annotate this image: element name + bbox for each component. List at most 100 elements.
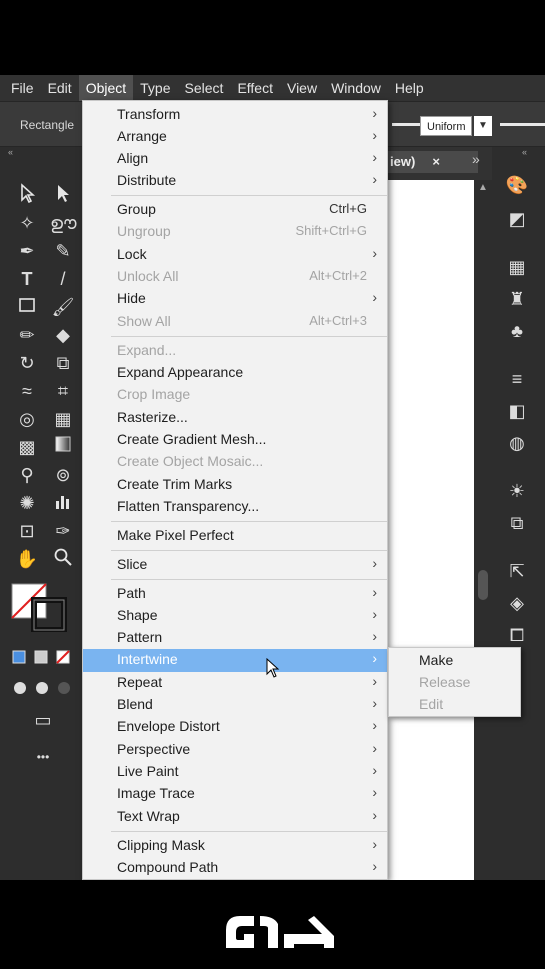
menu-item-slice[interactable]: Slice › — [83, 554, 387, 576]
type-tool-icon[interactable]: T — [14, 267, 40, 291]
collapse-right-icon[interactable]: « — [522, 147, 527, 157]
magic-wand-tool-icon[interactable]: ✧ — [14, 211, 40, 235]
submenu-item-edit: Edit — [419, 696, 444, 712]
menu-item-envelope-distort[interactable]: Envelope Distort › — [83, 716, 387, 738]
width-tool-icon[interactable]: ≈ — [14, 379, 40, 403]
export-icon[interactable]: ⇱ — [504, 559, 530, 583]
more-tools-icon[interactable]: ••• — [30, 745, 56, 769]
document-tab[interactable]: iew) × — [388, 151, 478, 173]
blend-tool-icon[interactable]: ⊚ — [50, 463, 76, 487]
column-graph-tool-icon[interactable] — [50, 491, 76, 515]
menu-window[interactable]: Window — [324, 75, 388, 101]
menu-item-make-pixel-perfect[interactable]: Make Pixel Perfect — [83, 525, 387, 547]
brushes-icon[interactable]: ♜ — [504, 287, 530, 311]
menu-item-expand-appearance[interactable]: Expand Appearance — [83, 362, 387, 384]
appearance-icon[interactable]: ☀ — [504, 479, 530, 503]
menu-select[interactable]: Select — [178, 75, 231, 101]
menu-item-flatten-transparency[interactable]: Flatten Transparency... — [83, 496, 387, 518]
menu-item-image-trace[interactable]: Image Trace › — [83, 783, 387, 805]
menu-item-create-trim-marks[interactable]: Create Trim Marks — [83, 474, 387, 496]
symbol-sprayer-tool-icon[interactable]: ✺ — [14, 491, 40, 515]
tab-overflow-icon[interactable]: » — [472, 151, 480, 167]
menu-item-live-paint[interactable]: Live Paint › — [83, 761, 387, 783]
menu-item-align[interactable]: Align › — [83, 148, 387, 170]
menu-effect[interactable]: Effect — [230, 75, 280, 101]
rotate-tool-icon[interactable]: ↻ — [14, 351, 40, 375]
menu-help[interactable]: Help — [388, 75, 431, 101]
menu-item-intertwine[interactable]: Intertwine › — [83, 649, 387, 672]
menu-item-perspective[interactable]: Perspective › — [83, 739, 387, 761]
menu-item-label: Arrange — [117, 128, 167, 144]
menu-item-group[interactable]: Group Ctrl+G — [83, 199, 387, 221]
fill-stroke-swatch-icon[interactable] — [10, 582, 70, 633]
swatches-icon[interactable]: ▦ — [504, 255, 530, 279]
gradient-panel-icon[interactable]: ◧ — [504, 399, 530, 423]
eraser-tool-icon[interactable]: ◆ — [50, 323, 76, 347]
menu-item-blend[interactable]: Blend › — [83, 694, 387, 716]
menu-item-text-wrap[interactable]: Text Wrap › — [83, 806, 387, 828]
lasso-tool-icon[interactable]: ഊ — [50, 211, 77, 235]
menu-item-clipping-mask[interactable]: Clipping Mask › — [83, 835, 387, 857]
rectangle-tool-icon[interactable] — [14, 295, 40, 319]
menu-item-lock[interactable]: Lock › — [83, 244, 387, 266]
vertical-scrollbar[interactable]: ▲ — [474, 180, 492, 880]
line-tool-icon[interactable]: / — [50, 267, 76, 291]
gradient-tool-icon[interactable] — [50, 435, 76, 459]
menu-edit[interactable]: Edit — [41, 75, 79, 101]
chevron-down-icon[interactable]: ▼ — [474, 116, 492, 136]
hand-tool-icon[interactable]: ✋ — [14, 547, 40, 571]
brush-preview[interactable] — [500, 123, 545, 126]
free-transform-tool-icon[interactable]: ⌗ — [50, 379, 76, 403]
scroll-up-icon[interactable]: ▲ — [478, 182, 488, 193]
stroke-profile-select[interactable]: Uniform — [420, 116, 472, 136]
menu-item-distribute[interactable]: Distribute › — [83, 170, 387, 192]
shortcut-label: Alt+Ctrl+2 — [309, 268, 367, 283]
menu-item-transform[interactable]: Transform › — [83, 104, 387, 126]
slice-tool-icon[interactable]: ✑ — [50, 519, 76, 543]
graphic-styles-icon[interactable]: ⧉ — [504, 511, 530, 535]
artboard-tool-icon[interactable]: ⊡ — [14, 519, 40, 543]
draw-mode-icons[interactable] — [10, 678, 70, 702]
scroll-thumb[interactable] — [478, 570, 488, 600]
eyedropper-tool-icon[interactable]: ⚲ — [14, 463, 40, 487]
menu-item-create-gradient-mesh[interactable]: Create Gradient Mesh... — [83, 429, 387, 451]
paintbrush-tool-icon[interactable]: 🖌 — [50, 295, 76, 319]
color-panel-icon[interactable]: 🎨 — [504, 173, 530, 197]
pen-tool-icon[interactable]: ✒ — [14, 239, 40, 263]
perspective-grid-tool-icon[interactable]: ▦ — [50, 407, 76, 431]
submenu-arrow-icon: › — [372, 606, 377, 622]
direct-selection-tool-icon[interactable] — [50, 183, 76, 207]
menu-item-path[interactable]: Path › — [83, 583, 387, 605]
menu-view[interactable]: View — [280, 75, 324, 101]
stroke-panel-icon[interactable]: ≡ — [504, 367, 530, 391]
menu-object[interactable]: Object — [78, 75, 134, 101]
screen-mode-icon[interactable]: ▭ — [30, 708, 56, 732]
artboard-canvas[interactable] — [388, 180, 474, 880]
menu-item-compound-path[interactable]: Compound Path › — [83, 857, 387, 879]
scale-tool-icon[interactable]: ⧉ — [50, 351, 76, 375]
menu-item-repeat[interactable]: Repeat › — [83, 672, 387, 694]
menu-item-hide[interactable]: Hide › — [83, 288, 387, 310]
fill-mode-icons[interactable] — [10, 648, 70, 672]
submenu-item-make[interactable]: Make — [419, 652, 453, 668]
menu-item-arrange[interactable]: Arrange › — [83, 126, 387, 148]
symbols-icon[interactable]: ♣ — [504, 319, 530, 343]
curvature-tool-icon[interactable]: ✎ — [50, 239, 76, 263]
close-icon[interactable]: × — [432, 151, 440, 173]
menu-file[interactable]: File — [4, 75, 41, 101]
layers-icon[interactable]: ◈ — [504, 591, 530, 615]
color-guide-icon[interactable]: ◩ — [504, 207, 530, 231]
transparency-icon[interactable]: ◍ — [504, 431, 530, 455]
selection-tool-icon[interactable] — [14, 183, 40, 207]
artboards-icon[interactable]: ⧠ — [504, 623, 530, 647]
menu-item-rasterize[interactable]: Rasterize... — [83, 407, 387, 429]
channel-logo — [222, 912, 340, 952]
shaper-tool-icon[interactable]: ✏ — [14, 323, 40, 347]
shape-builder-tool-icon[interactable]: ◎ — [14, 407, 40, 431]
menu-item-pattern[interactable]: Pattern › — [83, 627, 387, 649]
menu-item-shape[interactable]: Shape › — [83, 605, 387, 627]
mesh-tool-icon[interactable]: ▩ — [14, 435, 40, 459]
zoom-tool-icon[interactable] — [50, 547, 76, 571]
collapse-left-icon[interactable]: « — [8, 147, 13, 157]
menu-type[interactable]: Type — [133, 75, 177, 101]
